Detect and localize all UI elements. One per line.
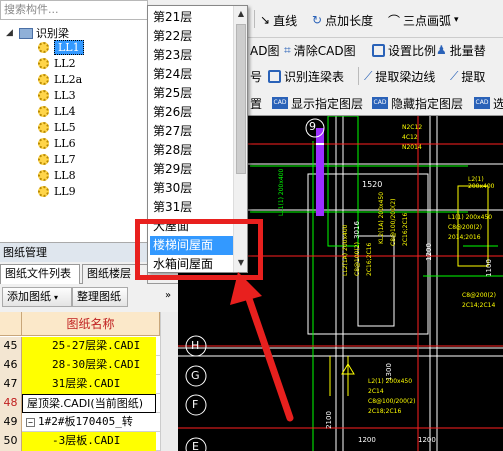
annotation-overlay [230, 272, 294, 422]
pointer-arrow [242, 286, 294, 422]
pointer-arrow-head [230, 272, 262, 305]
